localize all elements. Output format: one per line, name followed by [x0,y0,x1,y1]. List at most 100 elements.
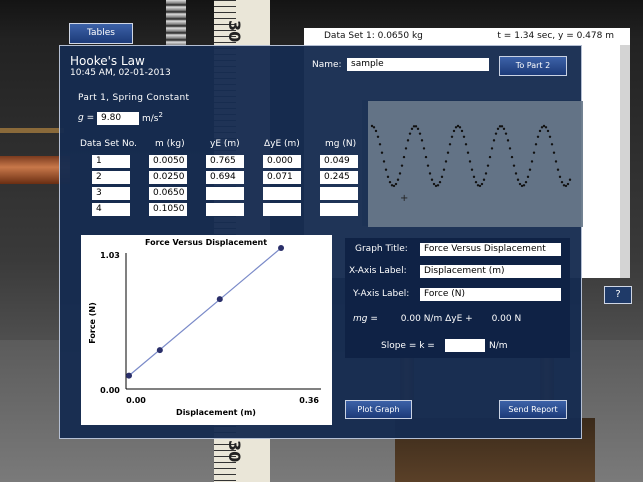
slope-input[interactable] [445,339,485,352]
name-input[interactable] [347,58,489,71]
oscillation-dot [524,180,528,184]
row1-delta-ye[interactable] [263,155,301,168]
oscillation-dot [444,160,448,163]
to-part2-button[interactable]: To Part 2 [499,56,567,76]
oscillation-dot [470,168,474,171]
hookes-law-panel: + Hooke's Law 10:45 AM, 02-01-2013 Name:… [59,45,583,439]
row2-ye[interactable] [206,171,244,184]
name-label: Name: [312,60,342,70]
row4-delta-ye[interactable] [263,203,301,216]
row1-set[interactable] [92,155,130,168]
oscillation-dot [556,168,560,171]
part1-title: Part 1, Spring Constant [78,93,190,103]
x-axis-label: Displacement (m) [176,408,256,417]
clamp-rod [0,128,64,133]
oscillation-dot [558,175,562,179]
app-datetime: 10:45 AM, 02-01-2013 [70,68,171,78]
row4-set[interactable] [92,203,130,216]
row2-mass[interactable] [149,171,187,184]
graph-title-label: Graph Title: [355,244,408,254]
oscillation-dot [452,129,456,133]
oscillation-dot [504,132,508,135]
oscillation-dot [546,129,550,133]
oscillation-dot [442,168,446,171]
row4-mass[interactable] [149,203,187,216]
x-axis-label-input[interactable] [420,265,561,278]
oscillation-dot [374,129,378,133]
row4-mg[interactable] [320,203,358,216]
y-axis-label: Force (N) [88,302,97,344]
oscillation-dot [486,164,490,167]
oscillation-dot [386,175,390,179]
row1-mass[interactable] [149,155,187,168]
oscillation-dot [438,180,442,184]
y-axis-label-text: Y-Axis Label: [353,289,410,299]
help-button[interactable]: ? [604,286,632,304]
oscillation-dot [530,160,534,163]
oscillation-dot [406,139,410,142]
oscillation-dot [404,147,408,150]
eq-coef: 0.00 [400,314,421,324]
plot-graph-button[interactable]: Plot Graph [345,400,412,419]
oscillation-dot [548,135,552,139]
oscillation-dot [522,184,526,187]
g-input[interactable] [97,112,139,125]
row3-mass[interactable] [149,187,187,200]
row2-delta-ye[interactable] [263,171,301,184]
oscillation-dot [474,180,478,184]
oscillation-dot [382,160,386,163]
oscillation-dot [506,139,510,142]
oscillation-dot [430,178,434,181]
oscillation-dot [376,135,380,139]
y-axis-label-input[interactable] [420,288,561,301]
oscillation-dot [466,151,470,154]
chart-svg: Force Versus Displacement 1.03 0.00 0.00… [88,238,321,417]
oscillation-dot [416,127,420,131]
send-report-button[interactable]: Send Report [499,400,567,419]
slope-unit: N/m [489,341,508,351]
row2-mg[interactable] [320,171,358,184]
oscillation-dot [472,175,476,179]
tables-button[interactable]: Tables [69,23,133,44]
spring [166,0,186,48]
oscillation-dot [494,132,498,135]
oscillation-dot [514,172,518,175]
oscillation-dot [560,180,564,184]
row3-mg[interactable] [320,187,358,200]
oscillation-dot [408,132,412,135]
row3-set[interactable] [92,187,130,200]
graph-title-input[interactable] [420,243,561,256]
oscillation-dot [516,178,520,181]
oscillation-dot [496,127,500,131]
chart-point-3 [216,296,223,303]
row4-ye[interactable] [206,203,244,216]
x-tick-min: 0.00 [126,396,146,405]
oscillation-dot [372,126,376,129]
oscillation-dot [484,172,488,175]
oscillation-dot [440,175,444,179]
oscillation-dot [414,125,418,128]
oscillation-dot [418,132,422,135]
oscillation-dot [478,184,482,188]
cursor-crosshair: + [400,193,408,204]
oscillation-dot [454,126,458,129]
oscillation-dot [450,135,454,139]
chart-point-1 [126,372,132,379]
oscillation-dot [550,143,554,146]
row3-delta-ye[interactable] [263,187,301,200]
row1-mg[interactable] [320,155,358,168]
eq-unit1: N/m [423,314,443,324]
eq-delta: ΔyE + [445,314,473,324]
row3-ye[interactable] [206,187,244,200]
oscillation-dot [536,135,540,139]
graph-scrollbar[interactable] [620,45,630,278]
oscillation-dot [510,155,514,159]
g-unit-exponent: 2 [158,111,163,119]
force-displacement-chart: Force Versus Displacement 1.03 0.00 0.00… [81,235,332,425]
oscillation-dot [508,147,512,150]
oscillation-dot [492,139,496,142]
oscillation-dots [370,124,572,188]
app-title: Hooke's Law [70,54,145,68]
row1-ye[interactable] [206,155,244,168]
row2-set[interactable] [92,171,130,184]
